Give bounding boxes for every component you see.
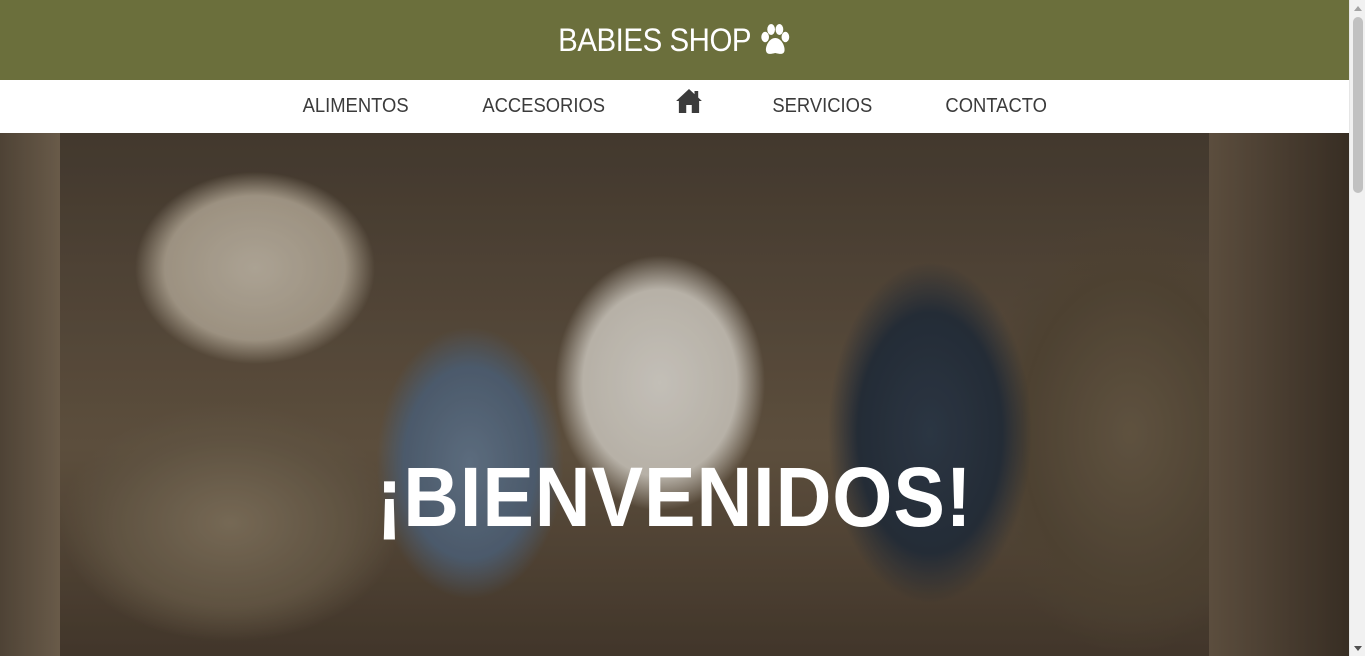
arrow-down-icon <box>1354 645 1362 651</box>
nav-item-accesorios[interactable]: ACCESORIOS <box>482 95 605 118</box>
nav-item-contacto[interactable]: CONTACTO <box>945 95 1047 118</box>
home-icon <box>676 89 703 113</box>
scroll-thumb[interactable] <box>1353 17 1363 193</box>
hero-banner <box>0 133 1349 656</box>
nav-item-home[interactable] <box>676 89 704 114</box>
scroll-down-button[interactable] <box>1350 640 1365 656</box>
scroll-up-button[interactable] <box>1350 0 1365 16</box>
hero-photo-overlay <box>0 133 1349 656</box>
paw-icon <box>760 24 789 54</box>
nav-item-servicios[interactable]: SERVICIOS <box>773 95 873 118</box>
arrow-up-icon <box>1354 5 1362 11</box>
main-nav: ALIMENTOS ACCESORIOS SERVICIOS CONTACTO <box>0 80 1349 133</box>
site-header: BABIES SHOP <box>0 0 1349 80</box>
page-scrollbar[interactable] <box>1349 0 1365 656</box>
brand-name: BABIES SHOP <box>557 21 751 58</box>
nav-item-alimentos[interactable]: ALIMENTOS <box>302 95 408 118</box>
hero-heading: ¡BIENVENIDOS! <box>376 450 973 544</box>
brand-logo[interactable]: BABIES SHOP <box>558 22 791 59</box>
